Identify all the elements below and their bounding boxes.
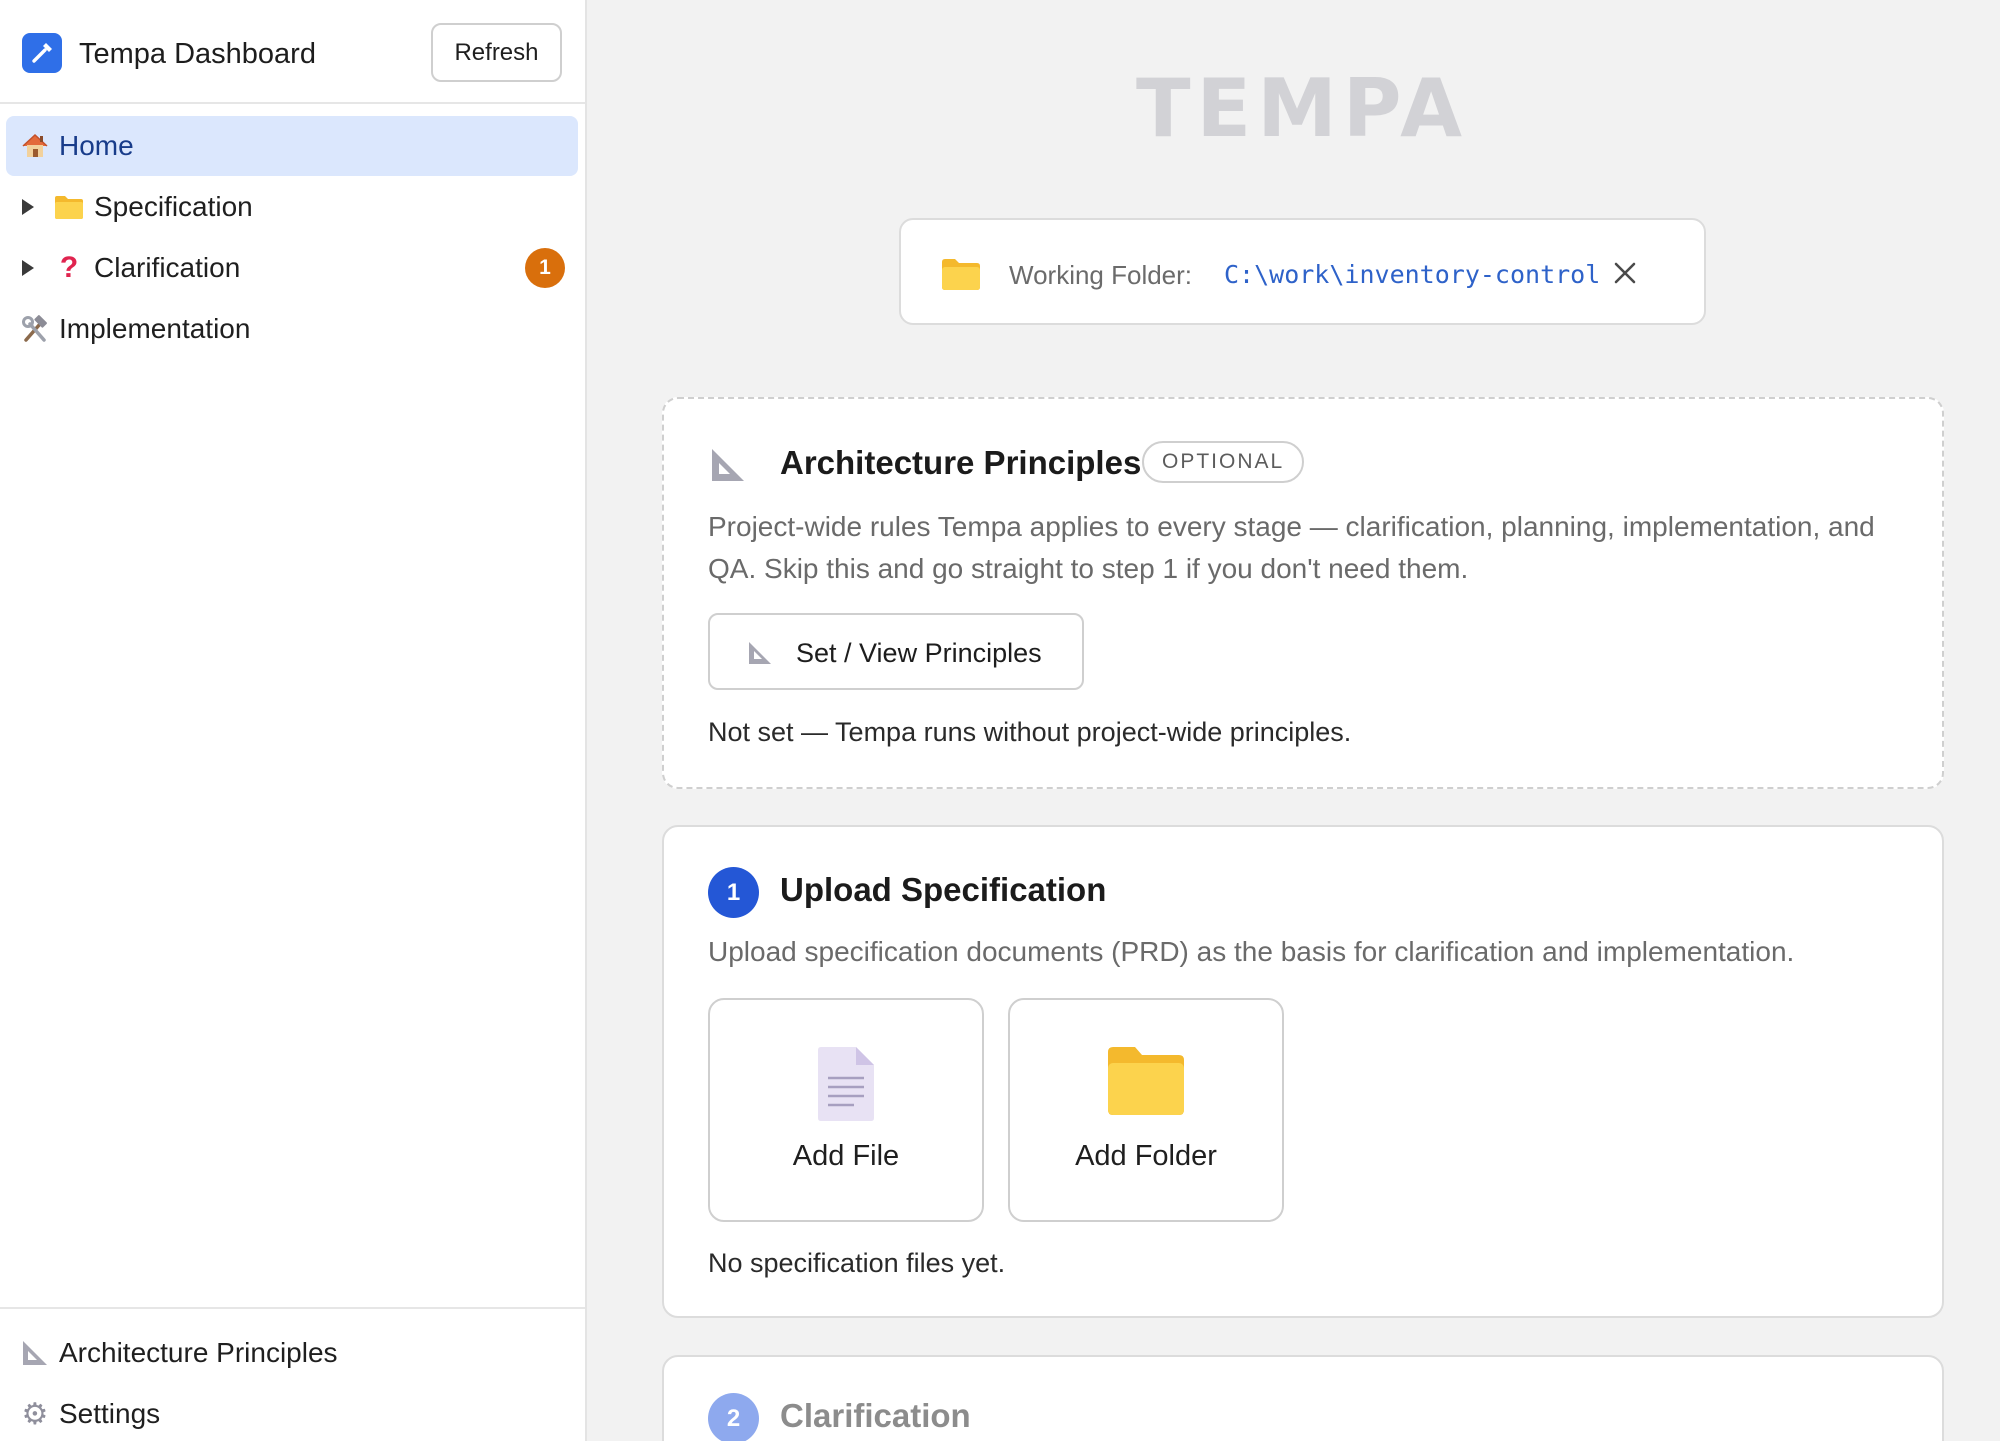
add-file-label: Add File bbox=[792, 1140, 900, 1172]
nav-item-clarification[interactable]: ? Clarification 1 bbox=[6, 238, 578, 298]
triangle-ruler-icon bbox=[708, 445, 748, 490]
triangle-ruler-icon bbox=[746, 639, 774, 674]
expand-arrow-icon[interactable] bbox=[22, 260, 34, 276]
card-title: Upload Specification bbox=[780, 871, 1107, 908]
clarification-card: 2 Clarification bbox=[662, 1355, 1944, 1441]
architecture-principles-card: Architecture Principles OPTIONAL Project… bbox=[662, 397, 1944, 789]
folder-icon bbox=[54, 192, 84, 222]
add-folder-label: Add Folder bbox=[1075, 1140, 1217, 1172]
card-description: Project-wide rules Tempa applies to ever… bbox=[708, 511, 1875, 584]
brand-wordmark: TEMPA bbox=[1135, 62, 1469, 155]
nav-label-home: Home bbox=[59, 130, 134, 161]
sidebar-header: Tempa Dashboard Refresh bbox=[0, 0, 585, 104]
clarification-count-badge: 1 bbox=[525, 248, 565, 288]
card-description: Upload specification documents (PRD) as … bbox=[708, 936, 1795, 967]
gear-icon: ⚙ bbox=[21, 1397, 49, 1431]
nav-item-settings[interactable]: ⚙ Settings bbox=[6, 1384, 578, 1441]
working-folder-path[interactable]: C:\work\inventory-control bbox=[1224, 260, 1600, 289]
expand-arrow-icon[interactable] bbox=[22, 199, 34, 215]
nav-label-clarification: Clarification bbox=[94, 252, 241, 283]
step-number-badge: 1 bbox=[708, 867, 759, 918]
close-icon[interactable] bbox=[1609, 257, 1641, 289]
spec-empty-text: No specification files yet. bbox=[708, 1248, 1006, 1278]
main-content: TEMPA Working Folder: C:\work\inventory-… bbox=[588, 0, 2000, 1441]
working-folder-label: Working Folder: bbox=[1009, 260, 1193, 290]
working-folder-bar: Working Folder: C:\work\inventory-contro… bbox=[899, 218, 1706, 325]
step-number-badge: 2 bbox=[708, 1393, 759, 1441]
nav-item-home[interactable]: Home bbox=[6, 116, 578, 176]
folder-icon bbox=[1010, 1046, 1282, 1116]
set-view-principles-button[interactable]: Set / View Principles bbox=[708, 613, 1084, 690]
app-title: Tempa Dashboard bbox=[79, 38, 316, 70]
document-icon bbox=[710, 1046, 982, 1122]
nav-item-architecture-principles[interactable]: Architecture Principles bbox=[6, 1323, 578, 1383]
nav-label-specification: Specification bbox=[94, 191, 253, 222]
nav-item-implementation[interactable]: Implementation bbox=[6, 299, 578, 359]
nav-item-specification[interactable]: Specification bbox=[6, 177, 578, 237]
nav-label-implementation: Implementation bbox=[59, 313, 251, 344]
sidebar: Tempa Dashboard Refresh Home Specificati… bbox=[0, 0, 587, 1441]
app-logo-icon bbox=[22, 33, 62, 73]
add-folder-button[interactable]: Add Folder bbox=[1008, 998, 1284, 1222]
add-file-button[interactable]: Add File bbox=[708, 998, 984, 1222]
nav-label-architecture-principles: Architecture Principles bbox=[59, 1337, 338, 1368]
triangle-ruler-icon bbox=[20, 1338, 50, 1368]
nav-label-settings: Settings bbox=[59, 1398, 161, 1429]
hammer-wrench-icon bbox=[20, 314, 50, 344]
sidebar-footer: Architecture Principles ⚙ Settings bbox=[0, 1307, 585, 1441]
upload-specification-card: 1 Upload Specification Upload specificat… bbox=[662, 825, 1944, 1318]
app-window: Tempa Dashboard Refresh Home Specificati… bbox=[0, 0, 2000, 1441]
house-icon bbox=[20, 131, 50, 161]
optional-tag: OPTIONAL bbox=[1142, 441, 1305, 483]
refresh-button[interactable]: Refresh bbox=[431, 23, 562, 82]
question-mark-icon: ? bbox=[59, 251, 79, 284]
card-title: Architecture Principles bbox=[780, 444, 1142, 481]
button-label: Set / View Principles bbox=[796, 638, 1042, 668]
principles-status: Not set — Tempa runs without project-wid… bbox=[708, 717, 1352, 747]
folder-icon bbox=[941, 257, 981, 296]
card-title: Clarification bbox=[780, 1397, 971, 1434]
